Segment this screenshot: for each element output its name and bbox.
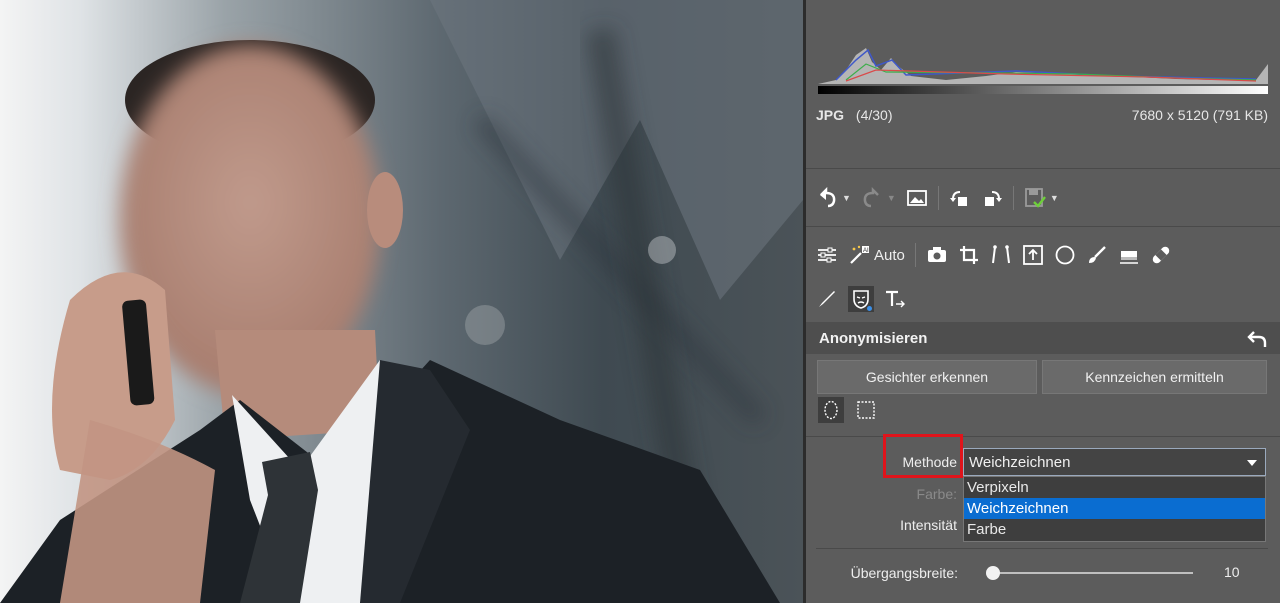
intensity-label: Intensität [900, 517, 957, 533]
histogram [816, 0, 1272, 96]
method-select[interactable]: Weichzeichnen [963, 448, 1266, 476]
transition-slider-track[interactable] [987, 572, 1193, 574]
file-dimensions: 7680 x 5120 (791 KB) [1131, 107, 1268, 123]
method-selected-value: Weichzeichnen [969, 454, 1071, 471]
separator [806, 168, 1280, 169]
transition-slider-thumb[interactable] [986, 566, 1000, 580]
rotate-right-icon[interactable] [981, 187, 1003, 209]
redo-icon[interactable] [861, 187, 883, 209]
edit-toolbar: ▼ ▼ ▼ [816, 186, 1059, 210]
detect-faces-button[interactable]: Gesichter erkennen [817, 360, 1037, 394]
pen-icon[interactable] [816, 288, 838, 310]
bandage-icon[interactable] [1150, 244, 1172, 266]
save-dropdown-icon[interactable]: ▼ [1050, 193, 1059, 203]
perspective-icon[interactable] [990, 244, 1012, 266]
photo-preview [0, 0, 803, 603]
section-title: Anonymisieren [819, 330, 928, 347]
tools-row: AI Auto [816, 243, 1172, 267]
svg-text:AI: AI [863, 248, 869, 254]
tools-row-2 [816, 286, 906, 312]
file-position: (4/30) [855, 107, 893, 123]
adjustments-icon[interactable] [816, 244, 838, 266]
image-icon[interactable] [906, 187, 928, 209]
toolbar-separator [914, 243, 916, 267]
transition-width-label: Übergangsbreite: [850, 565, 958, 581]
save-icon[interactable] [1024, 187, 1046, 209]
chevron-down-icon [1247, 460, 1257, 466]
rectangle-shape-icon[interactable] [853, 397, 879, 423]
anonymize-mask-icon[interactable] [848, 286, 874, 312]
camera-icon[interactable] [926, 244, 948, 266]
separator [816, 548, 1268, 549]
undo-dropdown-icon[interactable]: ▼ [842, 193, 851, 203]
ellipse-shape-icon[interactable] [818, 397, 844, 423]
back-arrow-icon[interactable] [1246, 328, 1268, 350]
redo-dropdown-icon[interactable]: ▼ [887, 193, 896, 203]
method-highlight-box [883, 434, 963, 478]
resize-icon[interactable] [1022, 244, 1044, 266]
separator [806, 226, 1280, 227]
circle-selection-icon[interactable] [1054, 244, 1076, 266]
brush-icon[interactable] [1086, 244, 1108, 266]
detect-plates-button[interactable]: Kennzeichen ermitteln [1042, 360, 1267, 394]
separator [806, 436, 1280, 437]
anonymize-section-header: Anonymisieren [806, 322, 1280, 354]
undo-icon[interactable] [816, 187, 838, 209]
method-dropdown-list: Verpixeln Weichzeichnen Farbe [963, 476, 1266, 542]
method-option-verpixeln[interactable]: Verpixeln [964, 477, 1265, 498]
crop-icon[interactable] [958, 244, 980, 266]
color-label: Farbe: [916, 486, 957, 502]
toolbar-separator [937, 186, 939, 210]
transition-value: 10 [1224, 564, 1240, 580]
eraser-icon[interactable] [1118, 244, 1140, 266]
auto-magic-wand-icon[interactable]: AI [848, 244, 870, 266]
toolbar-separator [1012, 186, 1014, 210]
method-option-weichzeichnen[interactable]: Weichzeichnen [964, 498, 1265, 519]
method-option-farbe[interactable]: Farbe [964, 519, 1265, 540]
auto-label[interactable]: Auto [874, 247, 905, 264]
rotate-left-icon[interactable] [949, 187, 971, 209]
file-format: JPG [816, 107, 845, 123]
text-tool-icon[interactable] [884, 288, 906, 310]
file-info: JPG (4/30) 7680 x 5120 (791 KB) [816, 107, 1268, 123]
